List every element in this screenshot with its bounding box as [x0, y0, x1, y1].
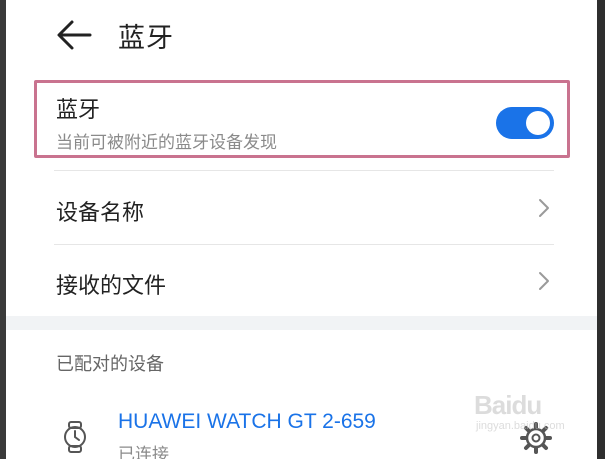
- arrow-left-icon: [57, 20, 92, 50]
- page-title: 蓝牙: [118, 23, 174, 54]
- bluetooth-settings-screen: 蓝牙 蓝牙 当前可被附近的蓝牙设备发现 设备名称 接收的文件 已配对的设备 HU…: [6, 0, 597, 459]
- device-status: 已连接: [118, 445, 169, 459]
- chevron-right-icon: [539, 199, 549, 217]
- device-name: HUAWEI WATCH GT 2-659: [118, 410, 376, 433]
- device-name-label: 设备名称: [56, 201, 145, 226]
- bluetooth-toggle-switch[interactable]: [496, 107, 554, 139]
- bluetooth-toggle-title: 蓝牙: [56, 98, 101, 123]
- background-edge: [597, 0, 605, 459]
- back-button[interactable]: [54, 18, 94, 52]
- toggle-knob: [526, 111, 550, 135]
- paired-devices-heading: 已配对的设备: [56, 354, 164, 375]
- divider: [54, 244, 554, 245]
- watermark-brand: Baidu: [474, 390, 542, 420]
- section-separator: [6, 316, 597, 330]
- bluetooth-toggle-subtitle: 当前可被附近的蓝牙设备发现: [56, 133, 277, 153]
- watch-icon: [64, 421, 86, 453]
- divider: [54, 170, 554, 171]
- watermark-url: jingyan.baidu.com: [476, 420, 565, 432]
- baidu-watermark: Baidu jingyan.baidu.com: [474, 390, 594, 440]
- received-files-label: 接收的文件: [56, 274, 167, 299]
- chevron-right-icon: [539, 272, 549, 290]
- header: 蓝牙: [6, 0, 597, 72]
